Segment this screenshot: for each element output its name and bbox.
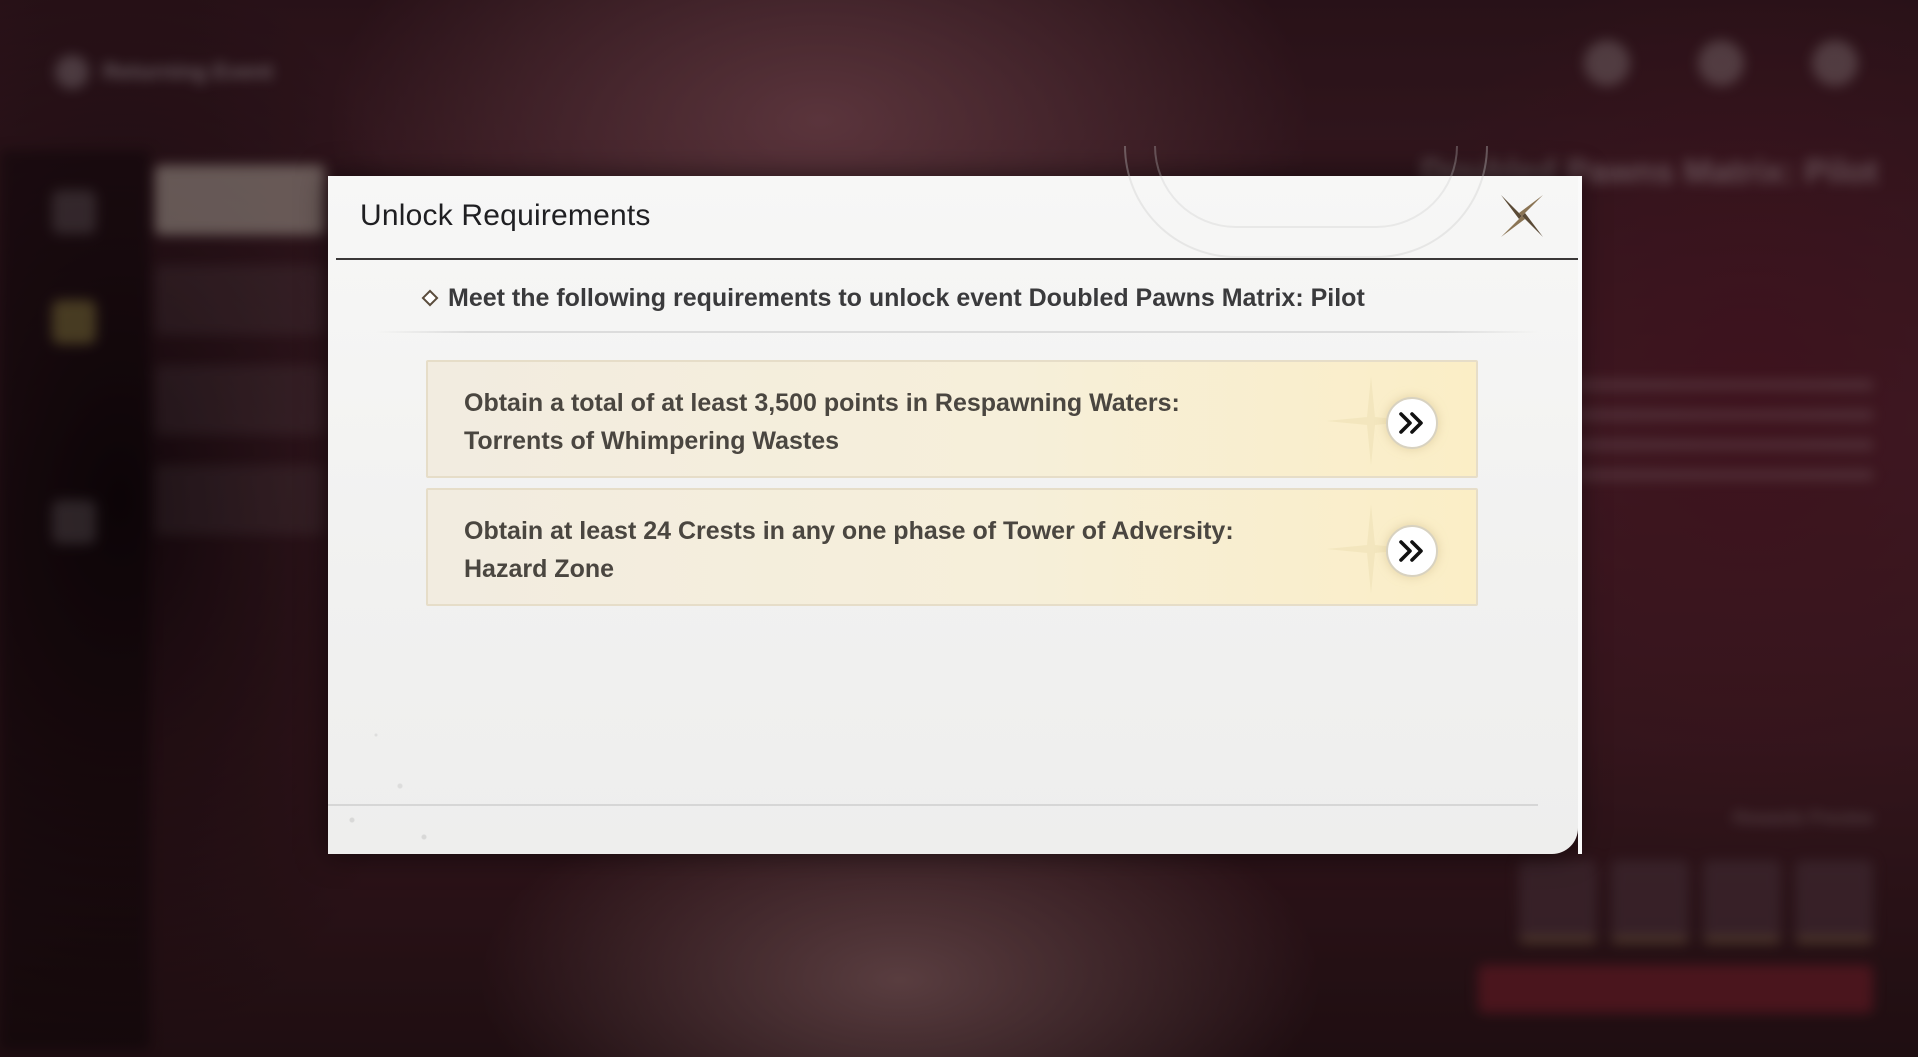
requirement-line: Obtain at least 24 Crests in any one pha… [464, 517, 1234, 545]
requirement-line: Hazard Zone [464, 555, 615, 583]
footer-divider [328, 804, 1538, 806]
requirement-text: Obtain at least 24 Crests in any one pha… [464, 512, 1324, 588]
requirement-item[interactable]: Obtain at least 24 Crests in any one pha… [426, 488, 1478, 606]
dialog-title: Unlock Requirements [360, 199, 651, 232]
double-chevron-right-icon [1399, 412, 1423, 434]
bullet-diamond-icon [421, 289, 439, 307]
double-chevron-right-icon [1399, 540, 1423, 562]
requirements-intro-text: Meet the following requirements to unloc… [448, 284, 1365, 312]
requirements-list: Obtain a total of at least 3,500 points … [426, 360, 1478, 616]
requirement-line: Torrents of Whimpering Wastes [464, 427, 840, 455]
title-divider [336, 258, 1578, 260]
corner-texture [328, 684, 448, 854]
requirement-text: Obtain a total of at least 3,500 points … [464, 384, 1324, 460]
requirements-intro: Meet the following requirements to unloc… [421, 280, 1365, 316]
close-button[interactable] [1494, 188, 1550, 244]
go-to-requirement-button[interactable] [1386, 525, 1438, 577]
intro-divider [376, 331, 1538, 333]
header-decoration [1154, 146, 1458, 228]
close-cross-icon [1501, 195, 1543, 237]
requirement-item[interactable]: Obtain a total of at least 3,500 points … [426, 360, 1478, 478]
requirement-line: Obtain a total of at least 3,500 points … [464, 389, 1180, 417]
go-to-requirement-button[interactable] [1386, 397, 1438, 449]
unlock-requirements-dialog: Unlock Requirements Meet the following r… [328, 146, 1582, 854]
